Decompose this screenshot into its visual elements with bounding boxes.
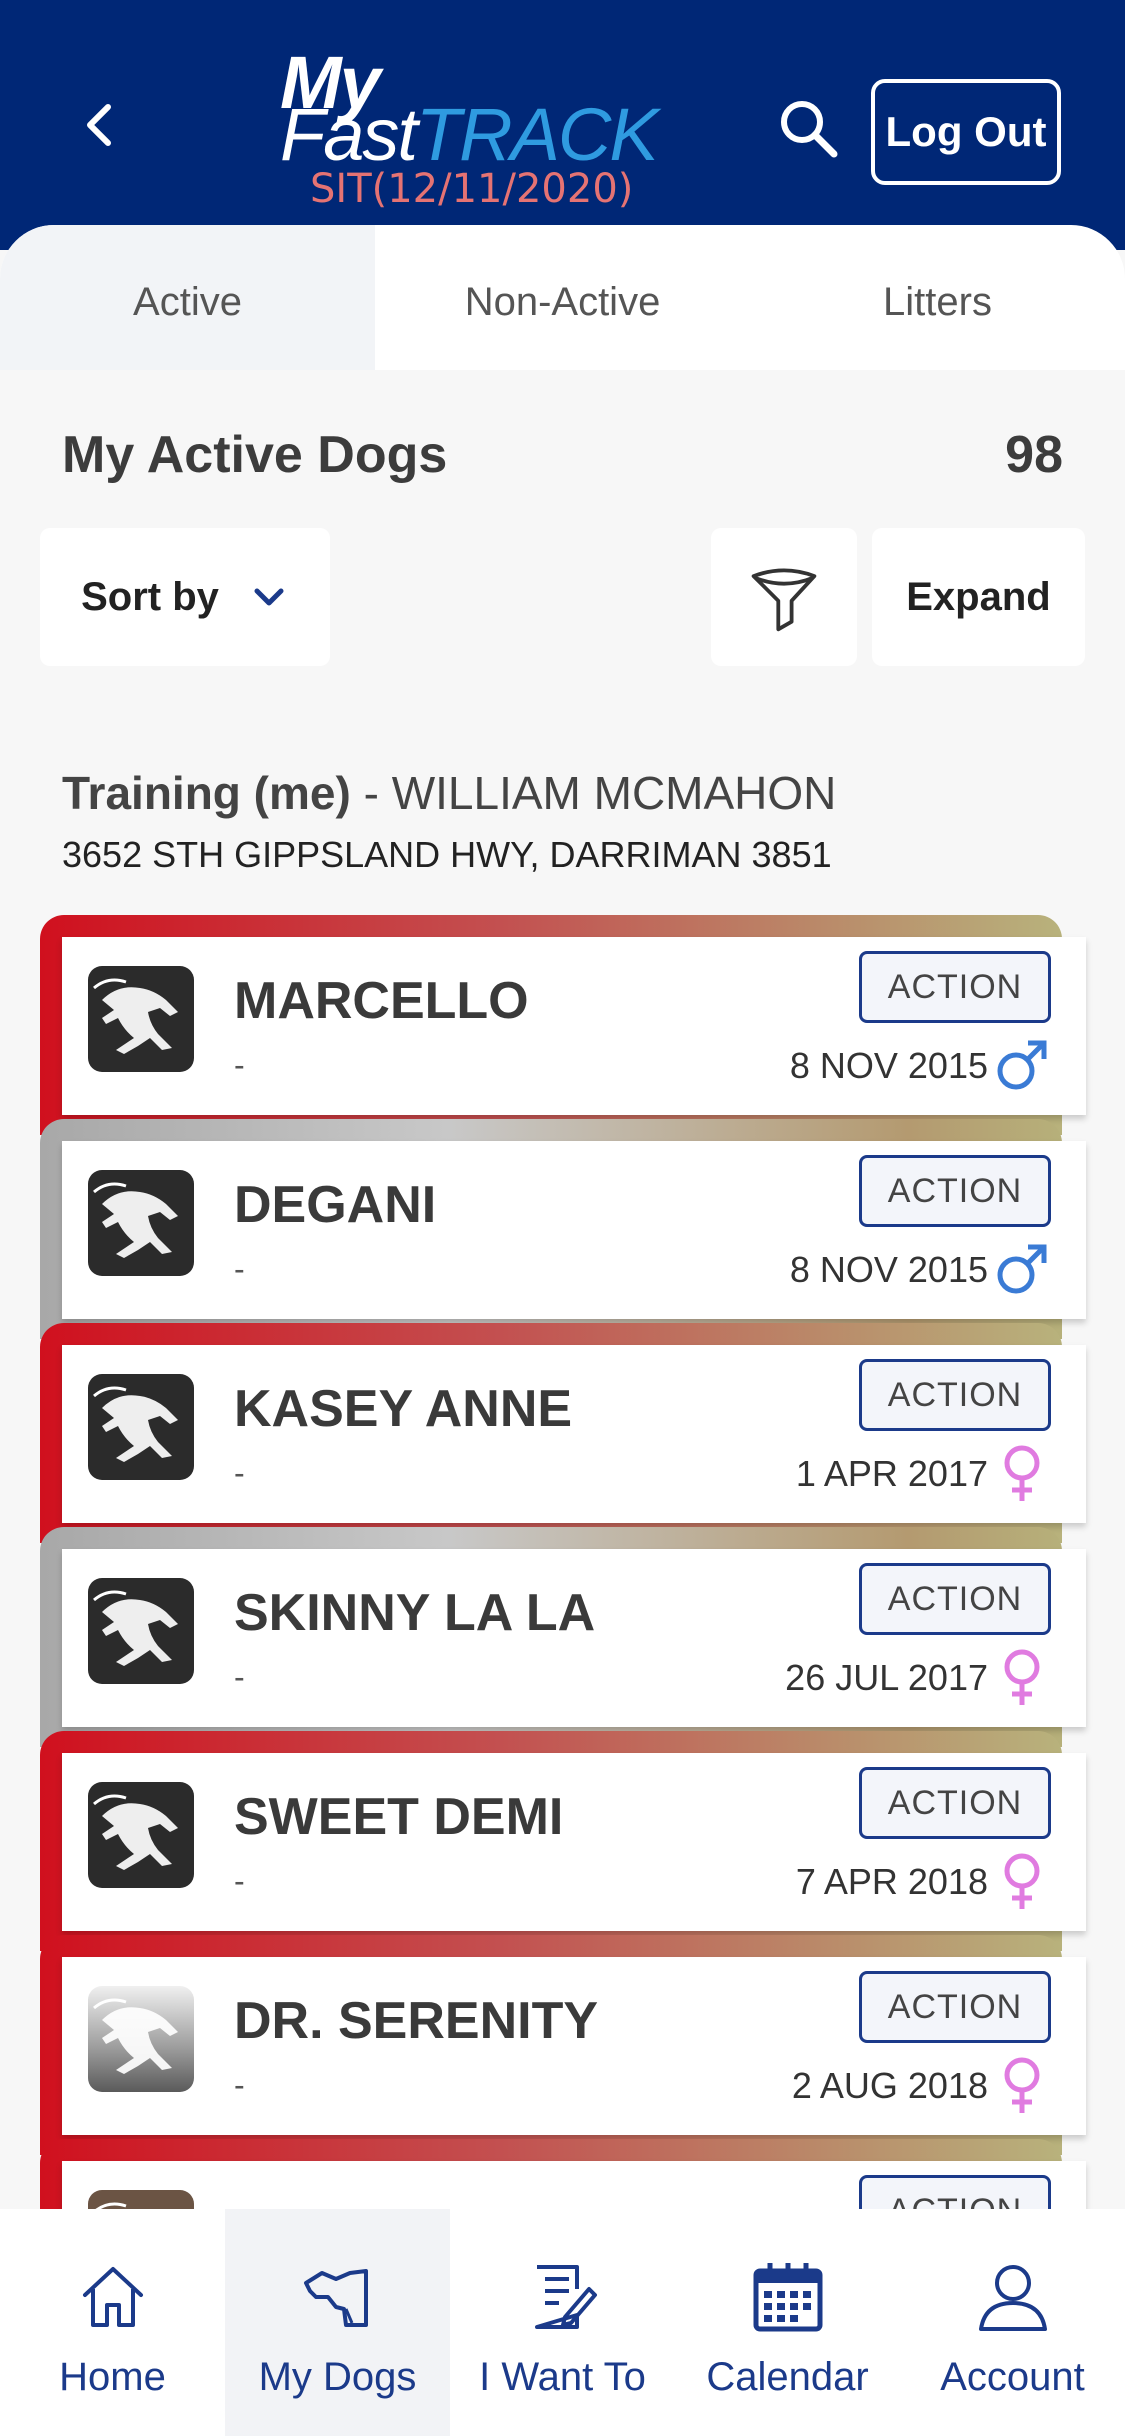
dog-card-body[interactable]: DR. SERENITY - ACTION 2 AUG 2018 [62, 1957, 1086, 2135]
action-button[interactable]: ACTION [859, 1563, 1051, 1635]
greyhound-avatar-icon [88, 1374, 194, 1480]
greyhound-avatar-icon [88, 1578, 194, 1684]
dog-card[interactable]: KASEY ANNE - ACTION 1 APR 2017 [40, 1323, 1086, 1543]
nav-my-dogs-label: My Dogs [258, 2355, 417, 2399]
dog-card[interactable]: ACTION [40, 2139, 1086, 2209]
action-button[interactable]: ACTION [859, 1359, 1051, 1431]
tab-non-active[interactable]: Non-Active [375, 225, 750, 370]
search-icon [781, 101, 838, 158]
dog-subtitle: - [234, 2067, 245, 2103]
tab-litters[interactable]: Litters [750, 225, 1125, 370]
logo-fast: Fast [280, 93, 418, 176]
dog-card[interactable]: DEGANI - ACTION 8 NOV 2015 [40, 1119, 1086, 1339]
calendar-icon [753, 2263, 822, 2332]
dog-subtitle: - [234, 1047, 245, 1083]
home-icon [82, 2267, 143, 2327]
dog-list: MARCELLO - ACTION 8 NOV 2015 DEGANI - ACTION 8 … [0, 915, 1125, 2209]
dog-birth-date: 1 APR 2017 [795, 1453, 988, 1494]
dog-birth-date: 26 JUL 2017 [785, 1657, 988, 1698]
nav-my-dogs[interactable]: My Dogs [225, 2209, 450, 2436]
dog-card[interactable]: DR. SERENITY - ACTION 2 AUG 2018 [40, 1935, 1086, 2155]
chevron-left-icon [87, 104, 111, 146]
greyhound-avatar-icon [88, 1170, 194, 1276]
environment-label: SIT(12/11/2020) [310, 166, 634, 212]
dog-card[interactable]: SKINNY LA LA - ACTION 26 JUL 2017 [40, 1527, 1086, 1747]
action-button[interactable]: ACTION [859, 1767, 1051, 1839]
filter-icon [751, 568, 817, 632]
group-separator: - [350, 767, 392, 819]
dog-name: DR. SERENITY [234, 1992, 599, 2050]
expand-button[interactable]: Expand [872, 528, 1085, 666]
dog-card-body[interactable]: SWEET DEMI - ACTION 7 APR 2018 [62, 1753, 1086, 1931]
group-address: 3652 STH GIPPSLAND HWY, DARRIMAN 3851 [62, 834, 832, 875]
action-button[interactable]: ACTION [859, 1155, 1051, 1227]
dog-card[interactable]: MARCELLO - ACTION 8 NOV 2015 [40, 915, 1086, 1135]
filter-button[interactable] [711, 528, 857, 666]
dog-icon [303, 2269, 368, 2327]
female-gender-icon [992, 2055, 1052, 2115]
nav-home[interactable]: Home [0, 2209, 225, 2436]
chevron-down-icon [254, 588, 284, 606]
nav-account[interactable]: Account [900, 2209, 1125, 2436]
dog-name: SKINNY LA LA [234, 1584, 596, 1642]
nav-home-label: Home [59, 2355, 166, 2399]
search-button[interactable] [776, 96, 840, 160]
logo-track: TRACK [415, 93, 659, 176]
male-gender-icon [992, 1239, 1052, 1299]
dog-birth-date: 8 NOV 2015 [789, 1249, 988, 1290]
dog-subtitle: - [234, 1863, 245, 1899]
dog-count: 98 [1005, 426, 1063, 484]
dog-card-body[interactable]: DEGANI - ACTION 8 NOV 2015 [62, 1141, 1086, 1319]
action-button[interactable]: ACTION [859, 1971, 1051, 2043]
greyhound-avatar-icon [88, 2190, 194, 2209]
bottom-navigation: Home My Dogs I Want To Calendar Account [0, 2209, 1125, 2436]
app-header: My FastTRACK SIT(12/11/2020) Log Out [0, 0, 1125, 250]
dog-name: MARCELLO [234, 972, 529, 1030]
action-button[interactable]: ACTION [859, 951, 1051, 1023]
female-gender-icon [992, 1851, 1052, 1911]
male-gender-icon [992, 1035, 1052, 1095]
dog-card[interactable]: SWEET DEMI - ACTION 7 APR 2018 [40, 1731, 1086, 1951]
user-icon [978, 2265, 1047, 2331]
dog-name: KASEY ANNE [234, 1380, 573, 1438]
dog-birth-date: 8 NOV 2015 [789, 1045, 988, 1086]
tab-active[interactable]: Active [0, 225, 375, 370]
dog-subtitle: - [234, 1455, 245, 1491]
nav-i-want-to[interactable]: I Want To [450, 2209, 675, 2436]
dog-birth-date: 7 APR 2018 [795, 1861, 988, 1902]
group-role: Training (me) [62, 767, 351, 819]
group-title: Training (me) - WILLIAM MCMAHON [62, 766, 836, 820]
dog-card-body[interactable]: KASEY ANNE - ACTION 1 APR 2017 [62, 1345, 1086, 1523]
greyhound-avatar-icon [88, 1782, 194, 1888]
logout-button[interactable]: Log Out [871, 79, 1061, 185]
action-button[interactable]: ACTION [859, 2175, 1051, 2209]
greyhound-avatar-icon [88, 966, 194, 1072]
logo-fast-track: FastTRACK [280, 92, 659, 177]
app-logo: My FastTRACK SIT(12/11/2020) [280, 40, 659, 212]
sort-by-label: Sort by [81, 574, 219, 619]
back-button[interactable] [70, 95, 130, 155]
dog-status-tabs: Active Non-Active Litters [0, 225, 1125, 370]
dog-card-body[interactable]: ACTION [62, 2161, 1086, 2209]
dog-card-body[interactable]: MARCELLO - ACTION 8 NOV 2015 [62, 937, 1086, 1115]
edit-document-icon [534, 2265, 597, 2329]
group-owner: WILLIAM MCMAHON [391, 767, 837, 819]
dog-name: DEGANI [234, 1176, 437, 1234]
dog-subtitle: - [234, 1251, 245, 1287]
page-title: My Active Dogs [62, 426, 448, 484]
dog-subtitle: - [234, 1659, 245, 1695]
sort-by-dropdown[interactable]: Sort by [40, 528, 330, 666]
dog-name: SWEET DEMI [234, 1788, 564, 1846]
nav-calendar[interactable]: Calendar [675, 2209, 900, 2436]
dog-card-body[interactable]: SKINNY LA LA - ACTION 26 JUL 2017 [62, 1549, 1086, 1727]
dog-birth-date: 2 AUG 2018 [791, 2065, 988, 2106]
female-gender-icon [992, 1647, 1052, 1707]
nav-i-want-to-label: I Want To [479, 2355, 646, 2399]
female-gender-icon [992, 1443, 1052, 1503]
greyhound-avatar-icon [88, 1986, 194, 2092]
nav-account-label: Account [940, 2355, 1085, 2399]
nav-calendar-label: Calendar [706, 2355, 869, 2399]
